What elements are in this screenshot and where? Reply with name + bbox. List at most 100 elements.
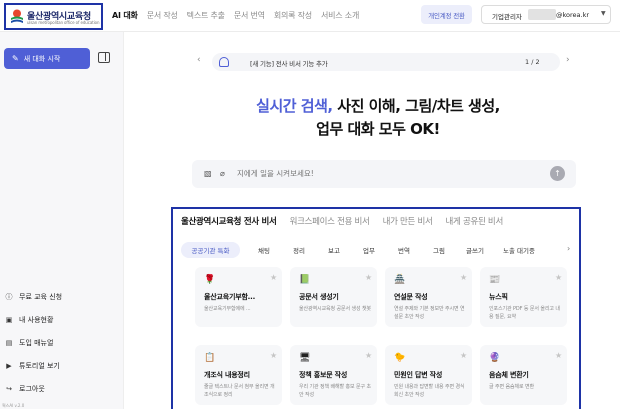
chevron-right-icon[interactable]: › bbox=[566, 55, 570, 65]
tab-company-assistant[interactable]: 울산광역시교육청 전사 비서 bbox=[181, 215, 277, 227]
assistant-card[interactable]: 🌹 ★ 울산교육기부함... 울산교육기부함에에 ... bbox=[195, 267, 282, 327]
account-email: @korea.kr bbox=[556, 11, 590, 19]
nav-document-writing[interactable]: 문서 작성 bbox=[147, 10, 178, 21]
card-title: 공문서 생성기 bbox=[299, 293, 339, 301]
version-label: 웍스AI v.2.0 bbox=[2, 403, 25, 408]
chip-drawing[interactable]: 그림 bbox=[426, 242, 452, 258]
send-button[interactable]: ↑ bbox=[550, 166, 565, 181]
chip-writing[interactable]: 글쓰기 bbox=[459, 242, 491, 258]
account-role-label: 기업관리자 bbox=[492, 13, 522, 21]
assistant-panel: 울산광역시교육청 전사 비서 워크스페이스 전용 비서 내가 만든 비서 내게 … bbox=[171, 207, 581, 409]
chevron-left-icon[interactable]: ‹ bbox=[197, 55, 201, 65]
nav-text-extraction[interactable]: 텍스트 추출 bbox=[187, 10, 225, 21]
pencil-icon: ✎ bbox=[12, 54, 19, 63]
hero-line-1-rest: 사진 이해, 그림/차트 생성, bbox=[332, 97, 500, 115]
list-icon: 📋 bbox=[204, 353, 216, 363]
chips-fade bbox=[531, 242, 563, 258]
nav-meeting-minutes[interactable]: 회의록 작성 bbox=[274, 10, 312, 21]
sidebar-item-free-training[interactable]: ⓘ 무료 교육 신청 bbox=[4, 285, 120, 308]
hero-accent: 실시간 검색, bbox=[256, 97, 333, 115]
assistant-card[interactable]: 🖥 ★ 정책 홍보문 작성 우리 기관 정책 배해할 홍보 문구 초안 작성 bbox=[290, 345, 377, 405]
sidebar-item-label: 내 사용현황 bbox=[19, 315, 54, 324]
account-selector[interactable]: 기업관리자 @korea.kr ▼ bbox=[481, 5, 611, 24]
hero-line-2: 업무 대화 모두 OK! bbox=[316, 120, 440, 138]
assistant-card[interactable]: 📰 ★ 뉴스픽 인포스기관 PDF 등 문서 올리고 내용 질문, 요약 bbox=[480, 267, 567, 327]
star-icon[interactable]: ★ bbox=[555, 351, 562, 360]
card-description: 줄글 텍스트나 문서 첨부 올리면 개조식으로 정리 bbox=[204, 384, 275, 398]
star-icon[interactable]: ★ bbox=[460, 273, 467, 282]
chip-report[interactable]: 보고 bbox=[321, 242, 347, 258]
assistant-card[interactable]: 📋 ★ 개조식 내용정리 줄글 텍스트나 문서 첨부 올리면 개조식으로 정리 bbox=[195, 345, 282, 405]
redacted-email-mask bbox=[528, 9, 556, 20]
card-description: 연설 주제와 기본 정보만 주시면 연설문 초안 작성 bbox=[394, 306, 465, 320]
tab-my-assistant[interactable]: 내가 만든 비서 bbox=[383, 215, 433, 227]
assistant-card[interactable]: 🔮 ★ 음슴체 변환기 글 주면 음슴체로 변환 bbox=[480, 345, 567, 405]
card-description: 인포스기관 PDF 등 문서 올리고 내용 질문, 요약 bbox=[489, 306, 560, 320]
new-chat-label: 새 대화 시작 bbox=[23, 54, 61, 63]
card-title: 울산교육기부함... bbox=[204, 293, 256, 301]
prompt-input[interactable] bbox=[237, 169, 517, 178]
sidebar-menu: ⓘ 무료 교육 신청 ▣ 내 사용현황 ▤ 도입 매뉴얼 ▶ 튜토리얼 보기 ↪… bbox=[4, 285, 120, 400]
sidebar-item-logout[interactable]: ↪ 로그아웃 bbox=[4, 377, 120, 400]
new-chat-button[interactable]: ✎ 새 대화 시작 bbox=[4, 48, 90, 69]
sidebar-item-label: 무료 교육 신청 bbox=[19, 292, 63, 301]
tab-workspace-assistant[interactable]: 워크스페이스 전용 비서 bbox=[290, 215, 370, 227]
nav-service-intro[interactable]: 서비스 소개 bbox=[321, 10, 359, 21]
star-icon[interactable]: ★ bbox=[460, 351, 467, 360]
book-icon: ▤ bbox=[5, 338, 13, 347]
chevron-down-icon: ▼ bbox=[601, 10, 606, 17]
image-icon[interactable]: ▧ bbox=[204, 169, 212, 178]
green-book-icon: 📗 bbox=[299, 275, 311, 285]
chip-organize[interactable]: 정리 bbox=[286, 242, 312, 258]
sidebar-toggle-icon[interactable] bbox=[98, 52, 110, 63]
card-description: 우리 기관 정책 배해할 홍보 문구 초안 작성 bbox=[299, 384, 371, 398]
logo[interactable]: 울산광역시교육청 ulsan metropolitan office of ed… bbox=[4, 3, 103, 30]
logo-subtitle: ulsan metropolitan office of education bbox=[27, 20, 100, 25]
assistant-card[interactable]: 📗 ★ 공문서 생성기 울산광역시교육청 공문서 생성 챗봇 bbox=[290, 267, 377, 327]
card-title: 민원인 답변 작성 bbox=[394, 371, 443, 379]
main-nav: AI 대화 문서 작성 텍스트 추출 문서 번역 회의록 작성 서비스 소개 bbox=[112, 10, 368, 21]
star-icon[interactable]: ★ bbox=[270, 273, 277, 282]
sidebar: ✎ 새 대화 시작 ⓘ 무료 교육 신청 ▣ 내 사용현황 ▤ 도입 매뉴얼 ▶… bbox=[0, 32, 124, 409]
star-icon[interactable]: ★ bbox=[270, 351, 277, 360]
star-icon[interactable]: ★ bbox=[555, 273, 562, 282]
nav-document-translation[interactable]: 문서 번역 bbox=[234, 10, 265, 21]
card-description: 글 주면 음슴체로 변환 bbox=[489, 384, 534, 390]
switch-personal-account-button[interactable]: 개인계정 전환 bbox=[421, 5, 472, 24]
castle-icon: 🏯 bbox=[394, 275, 406, 285]
crystal-ball-icon: 🔮 bbox=[489, 353, 501, 363]
tab-shared-assistant[interactable]: 내게 공유된 비서 bbox=[446, 215, 504, 227]
assistant-card[interactable]: 🐤 ★ 민원인 답변 작성 민원 내용과 답변할 내용 주면 경식 회신 초안 … bbox=[385, 345, 472, 405]
logout-icon: ↪ bbox=[6, 384, 12, 393]
card-title: 연설문 작성 bbox=[394, 293, 428, 301]
chick-icon: 🐤 bbox=[394, 353, 406, 363]
star-icon[interactable]: ★ bbox=[365, 273, 372, 282]
chip-public-agency[interactable]: 공공기관 특화 bbox=[181, 242, 240, 258]
chevron-right-icon[interactable]: › bbox=[567, 244, 570, 253]
announcement-box[interactable]: [새 기능] 전사 비서 기능 추가 1 / 2 bbox=[212, 53, 560, 71]
hero-line-1: 실시간 검색, 사진 이해, 그림/차트 생성, bbox=[200, 95, 556, 118]
assistant-card[interactable]: 🏯 ★ 연설문 작성 연설 주제와 기본 정보만 주시면 연설문 초안 작성 bbox=[385, 267, 472, 327]
announcement-banner: ‹ [새 기능] 전사 비서 기능 추가 1 / 2 › bbox=[197, 53, 577, 71]
rose-icon: 🌹 bbox=[204, 275, 216, 285]
chip-translate[interactable]: 번역 bbox=[391, 242, 417, 258]
chip-chat[interactable]: 채팅 bbox=[251, 242, 277, 258]
card-description: 울산교육기부함에에 ... bbox=[204, 306, 251, 312]
info-icon: ⓘ bbox=[5, 292, 13, 301]
star-icon[interactable]: ★ bbox=[365, 351, 372, 360]
sidebar-item-label: 도입 매뉴얼 bbox=[19, 338, 54, 347]
sidebar-item-manual[interactable]: ▤ 도입 매뉴얼 bbox=[4, 331, 120, 354]
announcement-pager: 1 / 2 bbox=[525, 58, 540, 66]
card-description: 울산광역시교육청 공문서 생성 챗봇 bbox=[299, 306, 371, 312]
hero-headline: 실시간 검색, 사진 이해, 그림/차트 생성, 업무 대화 모두 OK! bbox=[200, 95, 556, 141]
sidebar-item-tutorial[interactable]: ▶ 튜토리얼 보기 bbox=[4, 354, 120, 377]
sidebar-item-my-usage[interactable]: ▣ 내 사용현황 bbox=[4, 308, 120, 331]
paperclip-icon[interactable]: ⌀ bbox=[220, 169, 225, 178]
sidebar-item-label: 튜토리얼 보기 bbox=[19, 361, 60, 370]
arrow-up-icon: ↑ bbox=[554, 169, 561, 178]
video-icon: ▶ bbox=[6, 361, 12, 370]
nav-ai-chat[interactable]: AI 대화 bbox=[112, 10, 138, 21]
card-title: 정책 홍보문 작성 bbox=[299, 371, 348, 379]
chip-work[interactable]: 업무 bbox=[356, 242, 382, 258]
newspaper-icon: 📰 bbox=[489, 275, 501, 285]
